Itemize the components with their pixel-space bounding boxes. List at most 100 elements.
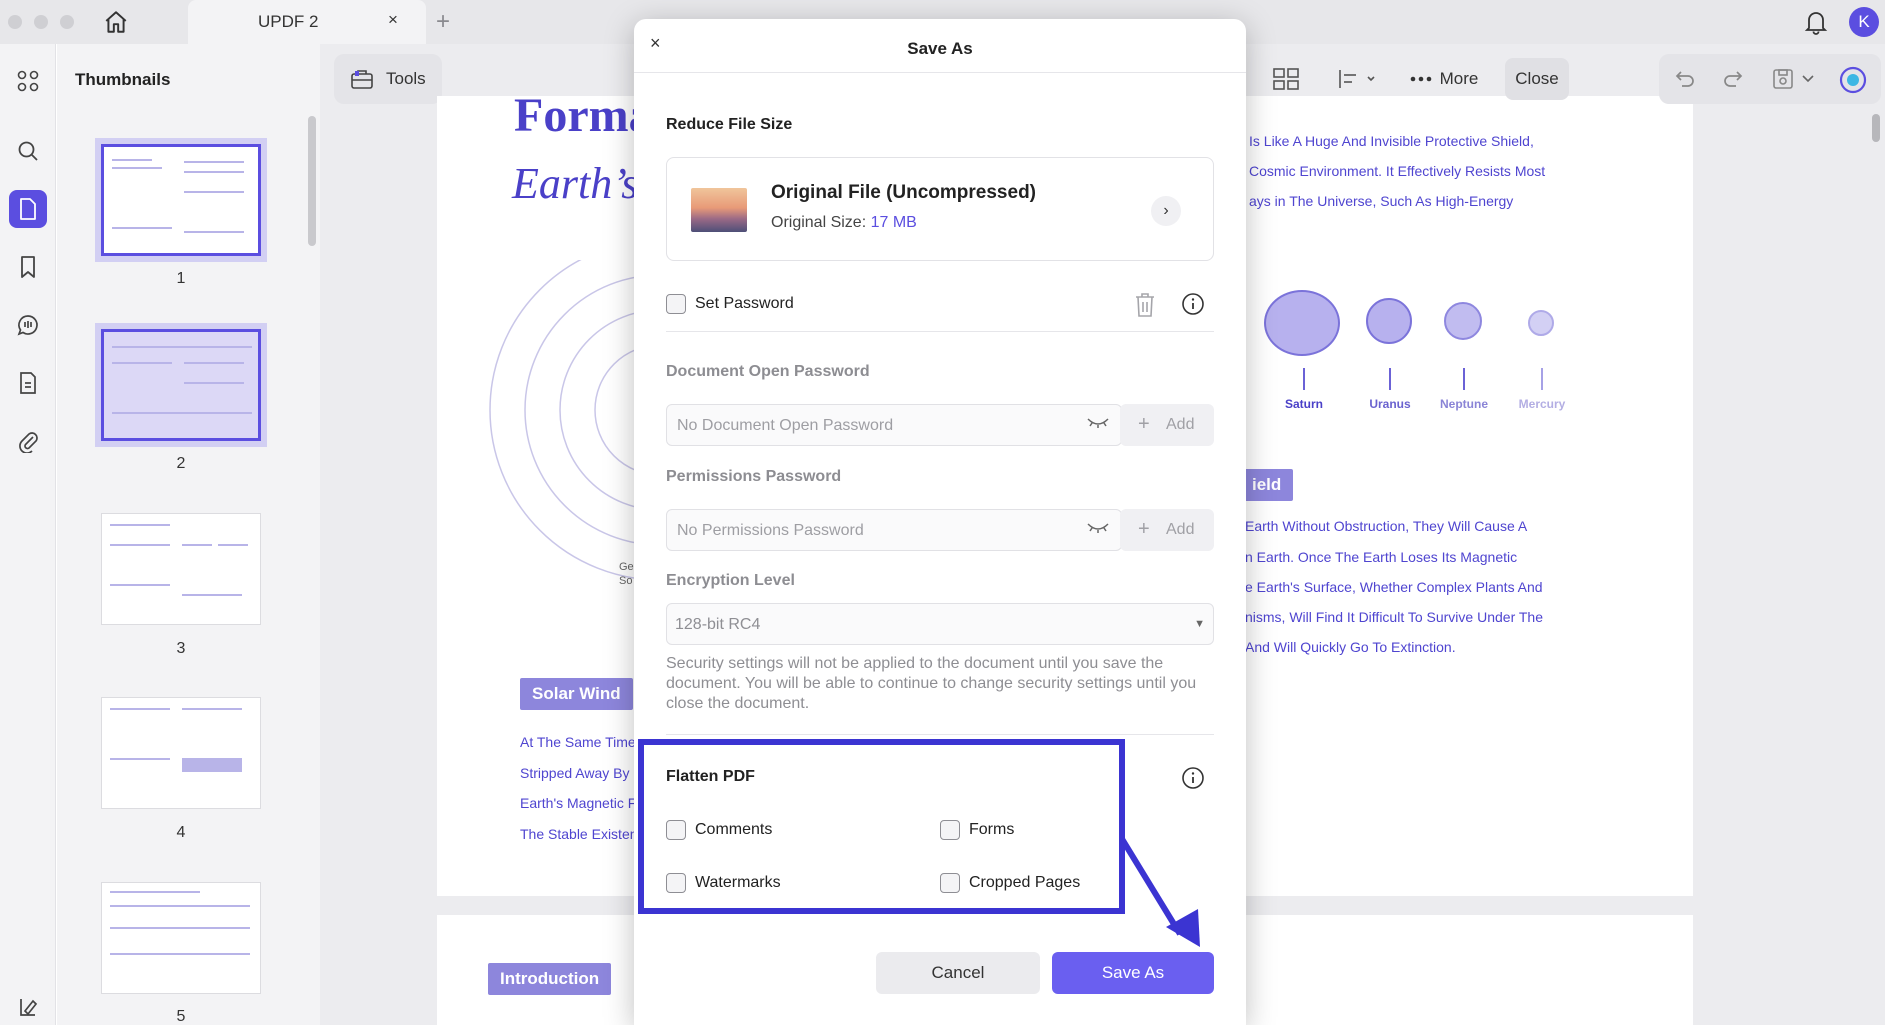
dialog-header: × Save As <box>634 19 1246 73</box>
open-password-label: Document Open Password <box>666 363 870 380</box>
doc-line: e Earth's Surface, Whether Complex Plant… <box>1245 579 1543 595</box>
doc-line: nisms, Will Find It Difficult To Survive… <box>1245 609 1543 625</box>
new-tab-icon[interactable]: + <box>436 8 450 36</box>
plus-icon: + <box>1138 413 1150 435</box>
annotation-arrow-icon <box>1119 837 1200 947</box>
document-icon[interactable] <box>9 190 47 228</box>
add-label: Add <box>1166 521 1195 538</box>
thumbnail-page-4[interactable] <box>101 697 261 809</box>
add-permissions-password-button[interactable]: + Add <box>1120 509 1214 551</box>
dialog-title: Save As <box>907 39 973 58</box>
save-icon[interactable] <box>1771 67 1795 91</box>
doc-line: Is Like A Huge And Invisible Protective … <box>1249 133 1534 149</box>
doc-line: Earth Without Obstruction, They Will Cau… <box>1245 518 1528 534</box>
document-subtitle: Earth’s <box>512 159 639 208</box>
doc-line: At The Same Time <box>520 734 636 750</box>
document-title: Forma <box>514 89 653 142</box>
planet-label: Saturn <box>1284 397 1323 411</box>
search-icon[interactable] <box>9 132 47 170</box>
thumbnail-number: 1 <box>176 270 186 287</box>
planet-label: Mercury <box>1518 397 1566 411</box>
orbit-diagram <box>489 260 640 580</box>
eye-closed-icon[interactable] <box>1087 416 1109 435</box>
open-password-field[interactable]: No Document Open Password <box>666 404 1122 446</box>
file-size-value: 17 MB <box>870 214 917 231</box>
window-minimize-dot[interactable] <box>34 15 48 29</box>
page-layout-icon[interactable] <box>1272 66 1300 92</box>
info-icon[interactable] <box>1181 766 1205 795</box>
thumbnail-number: 2 <box>176 455 186 472</box>
planet-stick <box>1463 368 1465 390</box>
add-label: Add <box>1166 416 1195 433</box>
avatar[interactable]: K <box>1849 7 1879 37</box>
thumbnail-number: 5 <box>176 1008 186 1025</box>
home-icon[interactable] <box>102 8 130 36</box>
planet-saturn <box>1264 290 1340 356</box>
pages-icon[interactable] <box>9 364 47 402</box>
caret-down-icon: ▼ <box>1194 618 1205 630</box>
paperclip-icon[interactable] <box>9 422 47 460</box>
redo-icon[interactable] <box>1721 67 1745 91</box>
permissions-password-label: Permissions Password <box>666 468 842 485</box>
document-tab[interactable]: UPDF 2 × <box>188 0 426 44</box>
file-size: Original Size: 17 MB <box>771 214 917 232</box>
tab-title: UPDF 2 <box>258 12 319 31</box>
divider <box>666 734 1214 735</box>
eye-closed-icon[interactable] <box>1087 521 1109 540</box>
encryption-level-label: Encryption Level <box>666 572 795 589</box>
undo-icon[interactable] <box>1673 67 1697 91</box>
thumbnails-scrollbar[interactable] <box>308 116 316 246</box>
grid-icon[interactable] <box>9 62 47 100</box>
introduction-chip: Introduction <box>488 963 612 995</box>
encryption-level-select[interactable]: 128-bit RC4 ▼ <box>666 603 1214 645</box>
chevron-down-icon[interactable] <box>1800 71 1816 87</box>
solar-wind-chip: Solar Wind <box>520 678 633 710</box>
permissions-password-field[interactable]: No Permissions Password <box>666 509 1122 551</box>
permissions-password-placeholder: No Permissions Password <box>677 522 864 539</box>
tools-button[interactable]: Tools <box>334 54 442 104</box>
thumbnail-number: 3 <box>176 640 186 657</box>
close-button[interactable]: Close <box>1505 58 1569 100</box>
info-icon[interactable] <box>1181 292 1205 321</box>
align-icon[interactable] <box>1338 66 1378 92</box>
planet-neptune <box>1444 302 1482 340</box>
tab-close-icon[interactable]: × <box>388 10 398 30</box>
layers-icon[interactable] <box>9 988 47 1025</box>
document-scrollbar[interactable] <box>1872 114 1880 142</box>
chevron-right-icon[interactable]: › <box>1151 196 1181 226</box>
thumbnail-page-1[interactable] <box>101 144 261 256</box>
diagram-label: So <box>619 575 633 587</box>
file-preview-image <box>691 188 747 232</box>
set-password-checkbox[interactable] <box>666 294 686 314</box>
planet-mercury <box>1528 310 1554 336</box>
bell-icon[interactable] <box>1802 8 1830 36</box>
doc-line: Cosmic Environment. It Effectively Resis… <box>1249 163 1546 179</box>
right-tool-group <box>1659 54 1881 104</box>
thumbnail-page-3[interactable] <box>101 513 261 625</box>
reduce-file-size-title: Reduce File Size <box>666 116 793 133</box>
diagram-label: Ge <box>619 561 634 573</box>
shield-chip: ield <box>1240 469 1294 501</box>
doc-line: Earth's Magnetic F <box>520 795 637 811</box>
tools-label: Tools <box>386 69 426 88</box>
planet-uranus <box>1366 298 1412 344</box>
comment-icon[interactable] <box>9 306 47 344</box>
thumbnail-page-5[interactable] <box>101 882 261 994</box>
file-name: Original File (Uncompressed) <box>771 182 1036 203</box>
cancel-button[interactable]: Cancel <box>876 952 1040 994</box>
add-open-password-button[interactable]: + Add <box>1120 404 1214 446</box>
bookmark-icon[interactable] <box>9 248 47 286</box>
ai-assistant-icon[interactable] <box>1839 66 1867 94</box>
more-menu[interactable]: More <box>1404 66 1484 92</box>
window-zoom-dot[interactable] <box>60 15 74 29</box>
thumbnails-title: Thumbnails <box>75 70 171 89</box>
planet-stick <box>1303 368 1305 390</box>
doc-line: The Stable Existen <box>520 826 638 842</box>
window-close-dot[interactable] <box>8 15 22 29</box>
save-as-button[interactable]: Save As <box>1052 952 1214 994</box>
trash-icon[interactable] <box>1132 291 1158 319</box>
thumbnail-page-2[interactable] <box>101 329 261 441</box>
flatten-highlight-box <box>638 739 1125 914</box>
doc-line: n Earth. Once The Earth Loses Its Magnet… <box>1245 549 1518 565</box>
file-size-option-card[interactable]: Original File (Uncompressed) Original Si… <box>666 157 1214 261</box>
